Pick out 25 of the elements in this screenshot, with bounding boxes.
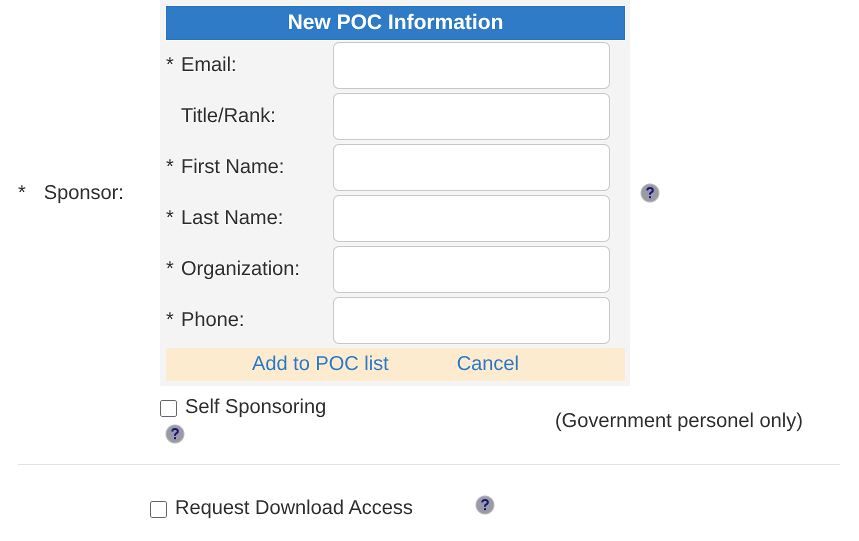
help-icon[interactable]	[474, 495, 495, 515]
required-mark: *	[18, 182, 26, 204]
checkbox-label: Self Sponsoring	[185, 396, 326, 419]
field-label: * Last Name:	[166, 207, 284, 230]
help-icon[interactable]	[640, 183, 660, 203]
checkbox-label: Request Download Access	[175, 496, 413, 520]
note-text: (Government personel only)	[555, 410, 803, 434]
input-field[interactable]	[333, 246, 610, 293]
field-label: * First Name:	[166, 156, 286, 179]
input-field[interactable]	[333, 195, 610, 242]
field-label: * Organization:	[166, 258, 301, 281]
action-link[interactable]: Add to POC list	[252, 353, 389, 376]
help-icon[interactable]	[165, 424, 185, 444]
input-field[interactable]	[333, 144, 610, 191]
input-field[interactable]	[333, 93, 610, 140]
checkbox[interactable]	[150, 500, 167, 518]
checkbox[interactable]	[160, 400, 177, 417]
input-field[interactable]	[333, 42, 610, 89]
field-label: Title/Rank:	[180, 105, 277, 128]
field-label: * Phone:	[166, 309, 246, 332]
field-label: * Email:	[166, 54, 238, 77]
sponsor-label: Sponsor:	[44, 182, 124, 204]
input-field[interactable]	[333, 297, 610, 344]
panel-title: New POC Information	[166, 6, 625, 40]
action-link[interactable]: Cancel	[456, 353, 519, 376]
